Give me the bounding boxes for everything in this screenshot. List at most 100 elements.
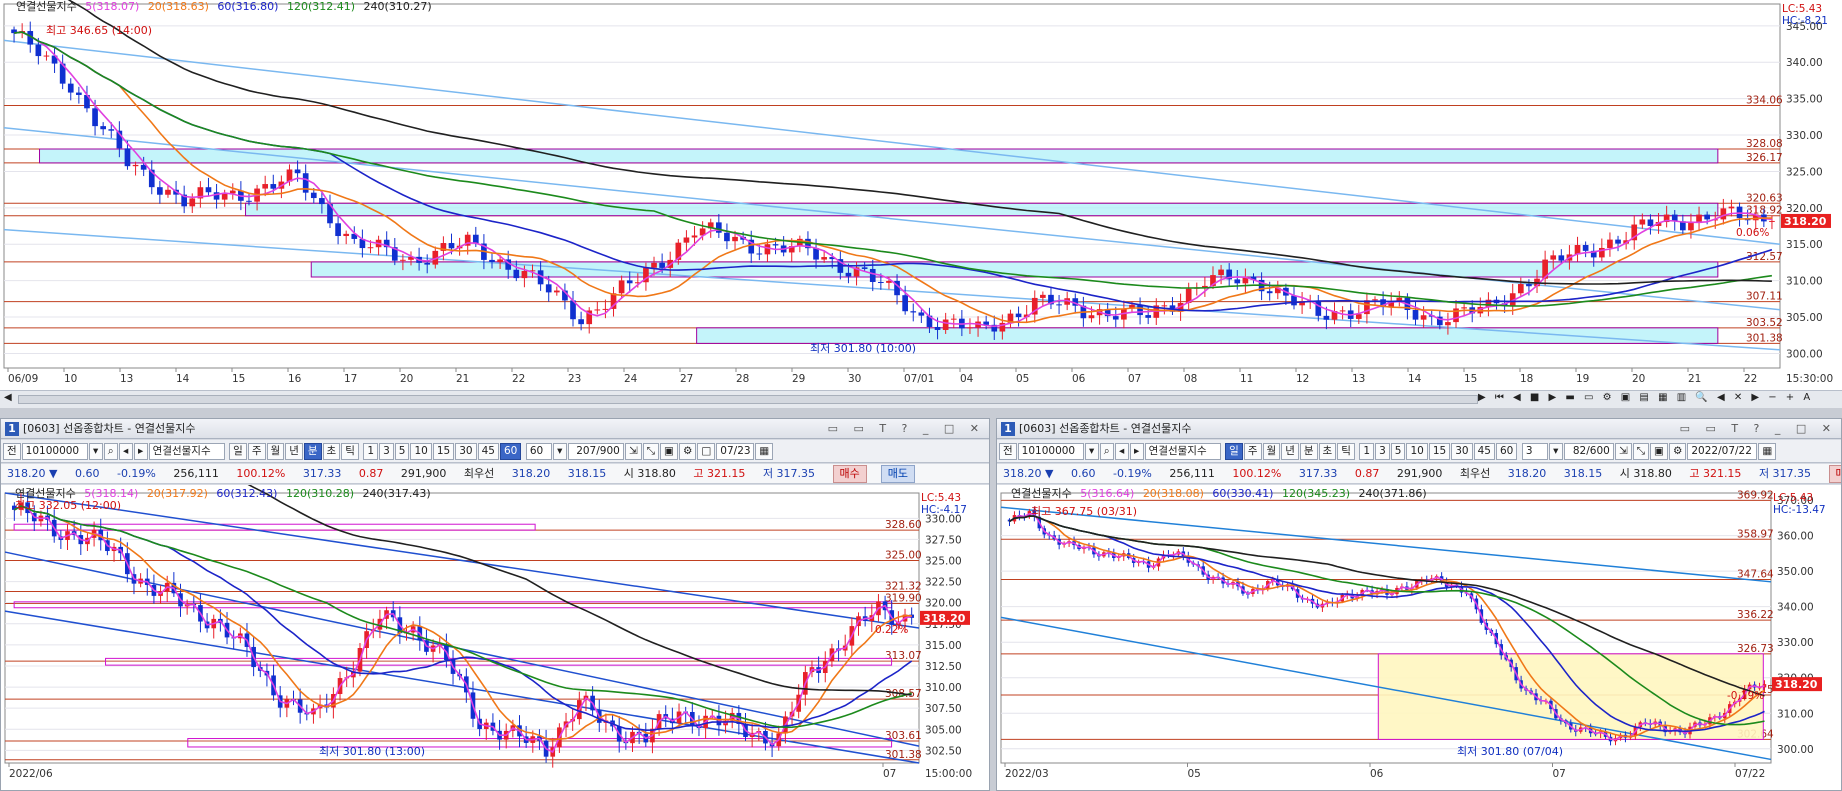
min-3[interactable]: 3 — [379, 443, 394, 460]
candle-body — [602, 308, 609, 310]
candle-body — [497, 259, 503, 263]
period-week[interactable]: 주 — [247, 443, 266, 460]
calendar-icon[interactable]: ▦ — [755, 443, 774, 460]
save-icon[interactable]: ▣ — [1650, 443, 1668, 460]
dropdown-icon[interactable]: ▾ — [88, 443, 103, 460]
min-1[interactable]: 1 — [363, 443, 379, 460]
count-dropdown-icon[interactable]: ▾ — [1548, 443, 1563, 460]
code-input[interactable]: 10100000 — [21, 443, 88, 460]
left-chart-area[interactable]: 연결선물지수 5(318.14) 20(317.92) 60(312.43) 1… — [1, 485, 989, 790]
sell-button[interactable]: 매도 — [880, 465, 916, 483]
period-second[interactable]: 초 — [1318, 443, 1337, 460]
period-minute[interactable]: 분 — [1299, 443, 1318, 460]
period-day[interactable]: 일 — [1225, 443, 1243, 460]
min-10[interactable]: 10 — [1406, 443, 1428, 460]
tool-icon[interactable]: ⇲ — [1614, 443, 1632, 460]
quote-open: 시 318.80 — [623, 467, 676, 480]
period-second[interactable]: 초 — [322, 443, 341, 460]
period-day[interactable]: 일 — [229, 443, 247, 460]
calendar-icon[interactable]: ▦ — [1758, 443, 1777, 460]
date-field[interactable]: 07/23 — [716, 443, 755, 460]
buy-button[interactable]: 매수 — [832, 465, 867, 483]
x-tick-label: 13 — [1352, 373, 1365, 385]
all-button[interactable]: 전 — [3, 443, 21, 460]
all-button[interactable]: 전 — [999, 443, 1017, 460]
min-5[interactable]: 5 — [1390, 443, 1406, 460]
quote-rate: 100.12% — [236, 467, 286, 480]
x-tick-label: 2022/06 — [9, 768, 53, 780]
min-45[interactable]: 45 — [1473, 443, 1495, 460]
search-icon[interactable]: ⌕ — [1099, 443, 1114, 460]
min-15[interactable]: 15 — [432, 443, 455, 460]
candle-body — [764, 244, 771, 255]
scroll-left-icon[interactable]: ◀ — [4, 392, 12, 403]
min-15[interactable]: 15 — [1428, 443, 1451, 460]
ratio-field[interactable]: 207/900 — [567, 443, 624, 460]
date-field[interactable]: 2022/07/22 — [1687, 443, 1758, 460]
period-minute[interactable]: 분 — [303, 443, 322, 460]
candle-body — [270, 184, 277, 189]
nav-buttons[interactable]: ▶ ⏮ ◀ ■ ▶ ▬ ▭ ⚙ ▣ ▤ ▦ ▥ 🔍 ◀ ✕ ▶ − + A — [1478, 392, 1813, 403]
panel-number-badge: 1 — [5, 422, 19, 436]
low-label: 최저 301.80 (13:00) — [319, 745, 425, 758]
instrument-name[interactable]: 연결선물지수 — [1144, 443, 1221, 460]
min-30[interactable]: 30 — [1451, 443, 1473, 460]
buy-button[interactable]: 매수 — [1828, 465, 1841, 483]
min-5[interactable]: 5 — [394, 443, 410, 460]
x-tick-label: 08 — [1184, 373, 1197, 385]
top-scroll-bar[interactable]: ◀ ▶ ⏮ ◀ ■ ▶ ▬ ▭ ⚙ ▣ ▤ ▦ ▥ 🔍 ◀ ✕ ▶ − + A — [0, 390, 1842, 408]
candle-body — [1461, 307, 1467, 309]
left-chart-svg[interactable]: 330.00327.50325.00322.50320.00317.50315.… — [1, 485, 989, 791]
cursor-icon[interactable]: ⤡ — [1632, 443, 1650, 460]
x-tick-label: 05 — [1016, 373, 1029, 385]
min-1[interactable]: 1 — [1359, 443, 1375, 460]
prev-icon[interactable]: ◂ — [118, 443, 133, 460]
right-panel-titlebar[interactable]: 1 [0603] 선옵종합차트 - 연결선물지수 ▭ ▭ T ? _ □ ✕ — [997, 419, 1841, 439]
period-year[interactable]: 년 — [1281, 443, 1299, 460]
period-tick[interactable]: 틱 — [341, 443, 359, 460]
x-tick-label: 14 — [1408, 373, 1422, 385]
cursor-icon[interactable]: ⤡ — [642, 443, 660, 460]
period-week[interactable]: 주 — [1243, 443, 1262, 460]
period-month[interactable]: 월 — [1262, 443, 1281, 460]
right-chart-svg[interactable]: 370.00360.00350.00340.00330.00320.00310.… — [997, 485, 1841, 791]
min-10[interactable]: 10 — [410, 443, 432, 460]
min-3[interactable]: 3 — [1375, 443, 1390, 460]
period-tick[interactable]: 틱 — [1337, 443, 1355, 460]
quote-p2: 317.33 — [302, 467, 342, 480]
window-buttons[interactable]: ▭ ▭ T ? _ □ ✕ — [828, 419, 985, 439]
gear-icon[interactable]: ⚙ — [678, 443, 697, 460]
top-chart-svg[interactable]: 345.00340.00335.00330.00325.00320.00315.… — [0, 0, 1842, 390]
gear-icon[interactable]: ⚙ — [1668, 443, 1687, 460]
date-checkbox[interactable]: □ — [697, 443, 716, 460]
count-select[interactable]: 3 — [1521, 443, 1548, 460]
next-icon[interactable]: ▸ — [133, 443, 148, 460]
prev-icon[interactable]: ◂ — [1114, 443, 1129, 460]
candle-body — [813, 248, 819, 260]
save-icon[interactable]: ▣ — [660, 443, 678, 460]
legend-ma5: 5(318.14) — [84, 487, 139, 500]
right-chart-area[interactable]: 연결선물지수 5(316.64) 20(318.08) 60(330.41) 1… — [997, 485, 1841, 790]
count-select[interactable]: 60 — [525, 443, 552, 460]
dropdown-icon[interactable]: ▾ — [1084, 443, 1099, 460]
tool-icon[interactable]: ⇲ — [624, 443, 642, 460]
candle-body — [1145, 315, 1152, 318]
instrument-name[interactable]: 연결선물지수 — [148, 443, 225, 460]
min-60[interactable]: 60 — [499, 443, 522, 460]
count-dropdown-icon[interactable]: ▾ — [552, 443, 567, 460]
left-panel-titlebar[interactable]: 1 [0603] 선옵종합차트 - 연결선물지수 ▭ ▭ T ? _ □ ✕ — [1, 419, 989, 439]
next-icon[interactable]: ▸ — [1129, 443, 1144, 460]
ratio-field[interactable]: 82/600 — [1563, 443, 1614, 460]
min-60[interactable]: 60 — [1495, 443, 1518, 460]
quote-volume: 256,111 — [1169, 467, 1215, 480]
min-30[interactable]: 30 — [455, 443, 477, 460]
scroll-track[interactable] — [18, 395, 1478, 404]
min-45[interactable]: 45 — [477, 443, 499, 460]
period-year[interactable]: 년 — [285, 443, 303, 460]
candle-body — [756, 253, 763, 255]
code-input[interactable]: 10100000 — [1017, 443, 1084, 460]
search-icon[interactable]: ⌕ — [103, 443, 118, 460]
window-buttons[interactable]: ▭ ▭ T ? _ □ ✕ — [1680, 419, 1837, 439]
period-month[interactable]: 월 — [266, 443, 285, 460]
high-label: 최고 367.75 (03/31) — [1031, 505, 1137, 518]
